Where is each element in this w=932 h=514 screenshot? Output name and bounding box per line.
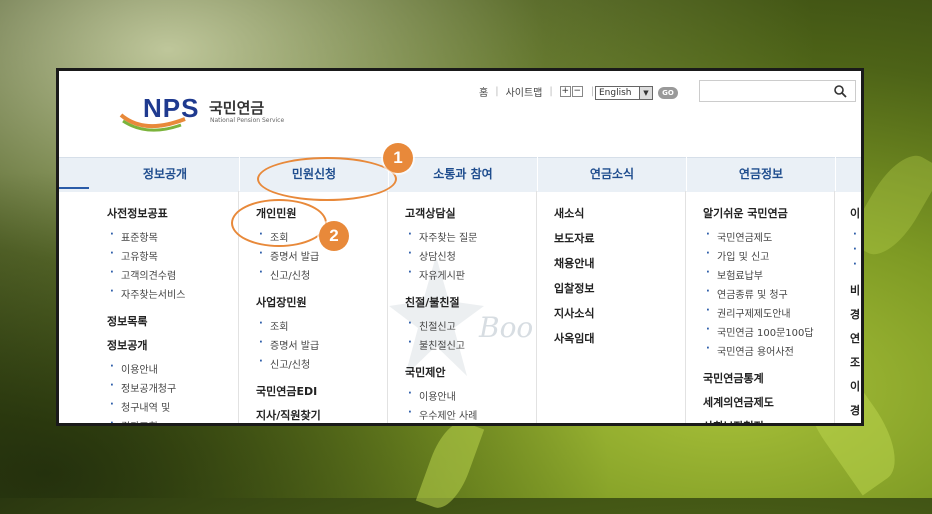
menu-section-title[interactable]: 보도자료	[554, 230, 685, 246]
menu-section-title[interactable]: 새소식	[554, 205, 685, 221]
search-icon[interactable]	[834, 85, 847, 98]
menu-item[interactable]: 불친절신고	[405, 337, 536, 352]
nav-active-indicator	[59, 187, 89, 189]
menu-item[interactable]: 자유게시판	[405, 267, 536, 282]
menu-item[interactable]: 표준항목	[107, 229, 238, 244]
menu-section-title[interactable]: 사회보장협정	[703, 418, 834, 423]
menu-section-title[interactable]: 국민연금EDI	[256, 383, 387, 399]
font-size-decrease-button[interactable]: −	[571, 86, 583, 97]
menu-section-title[interactable]: 입찰정보	[554, 280, 685, 296]
step-badge-2: 2	[319, 221, 349, 251]
menu-item[interactable]: 자주찾는서비스	[107, 286, 238, 301]
menu-item[interactable]: 증명서 발급	[256, 337, 387, 352]
highlight-oval-civil-application	[257, 157, 397, 201]
menu-section-title[interactable]: 사업장민원	[256, 294, 387, 310]
menu-item[interactable]: 신고/신청	[256, 356, 387, 371]
menu-section-title[interactable]: 지사/직원찾기	[256, 407, 387, 423]
menu-item	[850, 229, 861, 240]
menu-column-partial: 이 비 경 연 조 이 경	[836, 191, 861, 423]
menu-item[interactable]: 결과조회	[107, 418, 238, 423]
link-separator: |	[549, 86, 553, 97]
menu-item[interactable]: 상담신청	[405, 248, 536, 263]
menu-section-title[interactable]: 고객상담실	[405, 205, 536, 221]
menu-column-info-disclosure: 사전정보공표 표준항목 고유항목 고객의견수렴 자주찾는서비스 정보목록 정보공…	[91, 191, 239, 423]
menu-item[interactable]: 가입 및 신고	[703, 248, 834, 263]
go-button[interactable]: GO	[658, 87, 678, 99]
menu-item[interactable]: 이용안내	[107, 361, 238, 376]
menu-item[interactable]: 이용안내	[405, 388, 536, 403]
site-logo[interactable]: NPS 국민연금 National Pension Service	[119, 93, 289, 139]
menu-item[interactable]: 국민연금 용어사전	[703, 343, 834, 358]
menu-section-title[interactable]: 국민연금통계	[703, 370, 834, 386]
language-select[interactable]: English ▼	[595, 86, 653, 100]
tab-pension-news[interactable]: 연금소식	[538, 157, 687, 191]
menu-column-pension-info: 알기쉬운 국민연금 국민연금제도 가입 및 신고 보험료납부 연금종류 및 청구…	[687, 191, 835, 423]
menu-item[interactable]: 신고/신청	[256, 267, 387, 282]
logo-korean-text: 국민연금	[209, 99, 265, 117]
browser-frame: NPS 국민연금 National Pension Service 홈 | 사이…	[56, 68, 864, 426]
sitemap-link[interactable]: 사이트맵	[506, 84, 543, 99]
tab-info-disclosure[interactable]: 정보공개	[91, 157, 240, 191]
menu-item	[850, 259, 861, 270]
menu-item[interactable]: 권리구제제도안내	[703, 305, 834, 320]
tab-pension-info[interactable]: 연금정보	[687, 157, 836, 191]
menu-column-communication: 고객상담실 자주찾는 질문 상담신청 자유게시판 친절/불친절 친절신고 불친절…	[389, 191, 537, 423]
menu-item[interactable]: 우수제안 사례	[405, 407, 536, 422]
menu-section-title[interactable]: 비	[850, 282, 861, 298]
menu-item[interactable]: 청구내역 및	[107, 399, 238, 414]
menu-section-title[interactable]: 이	[850, 378, 861, 394]
utility-links: 홈 | 사이트맵 | + − |	[479, 84, 601, 99]
home-link[interactable]: 홈	[479, 84, 488, 99]
menu-item	[850, 244, 861, 255]
menu-item[interactable]: 고유항목	[107, 248, 238, 263]
menu-section-title[interactable]: 지사소식	[554, 305, 685, 321]
menu-item[interactable]: 고객의견수렴	[107, 267, 238, 282]
menu-section-title[interactable]: 국민제안	[405, 364, 536, 380]
highlight-oval-personal-civil	[231, 199, 327, 247]
menu-section-title[interactable]: 이	[850, 205, 861, 221]
menu-section-title[interactable]: 정보목록	[107, 313, 238, 329]
menu-section-title[interactable]: 사전정보공표	[107, 205, 238, 221]
menu-item[interactable]: 정보공개청구	[107, 380, 238, 395]
language-select-value: English	[599, 88, 632, 98]
menu-item[interactable]: 자주찾는 질문	[405, 229, 536, 244]
menu-section-title[interactable]: 경	[850, 402, 861, 418]
menu-section-title[interactable]: 사옥임대	[554, 330, 685, 346]
font-size-increase-button[interactable]: +	[559, 86, 571, 97]
menu-section-title[interactable]: 경	[850, 306, 861, 322]
menu-section-title[interactable]: 알기쉬운 국민연금	[703, 205, 834, 221]
step-badge-1: 1	[383, 143, 413, 173]
chevron-down-icon: ▼	[639, 87, 652, 99]
logo-english-text: National Pension Service	[210, 117, 285, 124]
menu-item[interactable]: 국민연금 100문100답	[703, 324, 834, 339]
logo-nps-text: NPS	[143, 93, 200, 123]
link-separator: |	[590, 86, 595, 97]
menu-section-title[interactable]: 연	[850, 330, 861, 346]
menu-item[interactable]: 조회	[256, 318, 387, 333]
menu-section-title[interactable]: 채용안내	[554, 255, 685, 271]
menu-column-pension-news: 새소식 보도자료 채용안내 입찰정보 지사소식 사옥임대	[538, 191, 686, 423]
menu-item[interactable]: 연금종류 및 청구	[703, 286, 834, 301]
menu-item[interactable]: 친절신고	[405, 318, 536, 333]
menu-item[interactable]: 증명서 발급	[256, 248, 387, 263]
menu-section-title[interactable]: 세계의연금제도	[703, 394, 834, 410]
menu-section-title[interactable]: 친절/불친절	[405, 294, 536, 310]
menu-item[interactable]: 보험료납부	[703, 267, 834, 282]
link-separator: |	[495, 86, 499, 97]
search-input[interactable]	[699, 80, 856, 102]
menu-section-title[interactable]: 정보공개	[107, 337, 238, 353]
menu-section-title[interactable]: 조	[850, 354, 861, 370]
menu-item[interactable]: 국민연금제도	[703, 229, 834, 244]
